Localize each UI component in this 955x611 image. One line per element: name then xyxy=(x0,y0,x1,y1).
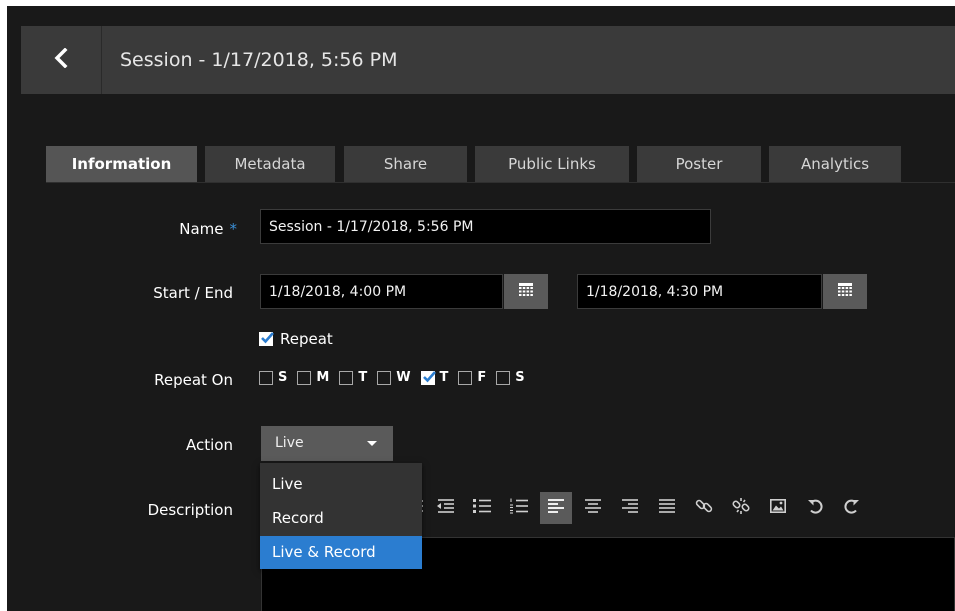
app-window: Session - 1/17/2018, 5:56 PM Information… xyxy=(7,6,955,611)
action-option-live[interactable]: Live xyxy=(260,468,422,501)
name-field[interactable] xyxy=(260,209,711,244)
tab-share[interactable]: Share xyxy=(344,146,467,182)
tab-poster[interactable]: Poster xyxy=(637,146,761,182)
repeat-on-label: Repeat On xyxy=(154,371,233,389)
name-label-text: Name xyxy=(179,220,224,238)
day-label: M xyxy=(316,370,330,385)
align-center-button[interactable] xyxy=(577,492,609,524)
day-thursday-checkbox[interactable]: T xyxy=(420,370,449,385)
end-date-field[interactable] xyxy=(577,274,822,309)
repeat-label: Repeat xyxy=(280,330,333,348)
numbered-list-icon xyxy=(510,498,528,519)
align-center-icon xyxy=(585,498,601,519)
page-header: Session - 1/17/2018, 5:56 PM xyxy=(21,26,955,94)
checkbox-icon xyxy=(297,370,312,385)
align-left-icon xyxy=(548,498,564,519)
align-left-button[interactable] xyxy=(540,492,572,524)
outdent-icon xyxy=(436,498,454,519)
checkbox-icon xyxy=(259,370,273,385)
unlink-button[interactable] xyxy=(725,492,757,524)
day-saturday-checkbox[interactable]: S xyxy=(496,370,525,385)
name-label: Name * xyxy=(17,220,237,238)
day-label: S xyxy=(278,370,288,385)
bulleted-list-icon xyxy=(473,498,491,519)
action-select[interactable]: Live xyxy=(261,426,393,461)
checkbox-checked-icon xyxy=(420,370,436,385)
back-button[interactable] xyxy=(21,26,102,94)
calendar-icon xyxy=(838,282,852,301)
day-label: W xyxy=(396,370,411,385)
day-tuesday-checkbox[interactable]: T xyxy=(339,370,367,385)
day-label: S xyxy=(515,370,525,385)
caret-down-icon xyxy=(367,441,377,446)
tab-divider xyxy=(46,182,955,183)
day-friday-checkbox[interactable]: F xyxy=(458,370,486,385)
end-calendar-button[interactable] xyxy=(823,274,867,309)
link-button[interactable] xyxy=(688,492,720,524)
start-date-field[interactable] xyxy=(260,274,503,309)
repeat-checkbox[interactable]: Repeat xyxy=(259,330,333,348)
tab-metadata[interactable]: Metadata xyxy=(205,146,335,182)
action-option-live-record[interactable]: Live & Record xyxy=(260,536,422,569)
action-dropdown-menu: Live Record Live & Record xyxy=(260,463,422,569)
start-calendar-button[interactable] xyxy=(504,274,548,309)
unlink-icon xyxy=(732,497,750,520)
image-icon xyxy=(770,498,786,519)
redo-button[interactable] xyxy=(836,492,868,524)
day-label: F xyxy=(477,370,487,385)
checkbox-icon xyxy=(496,370,511,385)
redo-icon xyxy=(844,497,860,520)
page-title: Session - 1/17/2018, 5:56 PM xyxy=(120,49,398,71)
checkbox-icon xyxy=(458,370,473,385)
align-full-button[interactable] xyxy=(651,492,683,524)
action-label: Action xyxy=(186,436,233,454)
action-selected-value: Live xyxy=(275,435,304,451)
checkbox-icon xyxy=(339,370,354,385)
checkbox-icon xyxy=(377,370,392,385)
start-end-label: Start / End xyxy=(153,284,233,302)
bulleted-list-button[interactable] xyxy=(466,492,498,524)
day-label: T xyxy=(439,370,449,385)
undo-button[interactable] xyxy=(799,492,831,524)
day-label: T xyxy=(358,370,368,385)
align-right-icon xyxy=(622,498,638,519)
day-wednesday-checkbox[interactable]: W xyxy=(377,370,411,385)
action-option-record[interactable]: Record xyxy=(260,502,422,535)
checkbox-checked-icon xyxy=(259,332,274,346)
tab-public-links[interactable]: Public Links xyxy=(475,146,629,182)
insert-image-button[interactable] xyxy=(762,492,794,524)
align-full-icon xyxy=(659,498,675,519)
undo-icon xyxy=(807,497,823,520)
repeat-days: S M T W T F S xyxy=(259,370,535,385)
description-label: Description xyxy=(147,501,233,519)
required-marker: * xyxy=(229,220,238,238)
outdent-button[interactable] xyxy=(429,492,461,524)
tab-information[interactable]: Information xyxy=(46,146,197,182)
align-right-button[interactable] xyxy=(614,492,646,524)
numbered-list-button[interactable] xyxy=(503,492,535,524)
chevron-left-icon xyxy=(54,47,68,73)
day-sunday-checkbox[interactable]: S xyxy=(259,370,287,385)
editor-toolbar xyxy=(407,492,873,524)
calendar-icon xyxy=(519,282,533,301)
tab-analytics[interactable]: Analytics xyxy=(769,146,901,182)
day-monday-checkbox[interactable]: M xyxy=(297,370,329,385)
link-icon xyxy=(695,497,713,520)
